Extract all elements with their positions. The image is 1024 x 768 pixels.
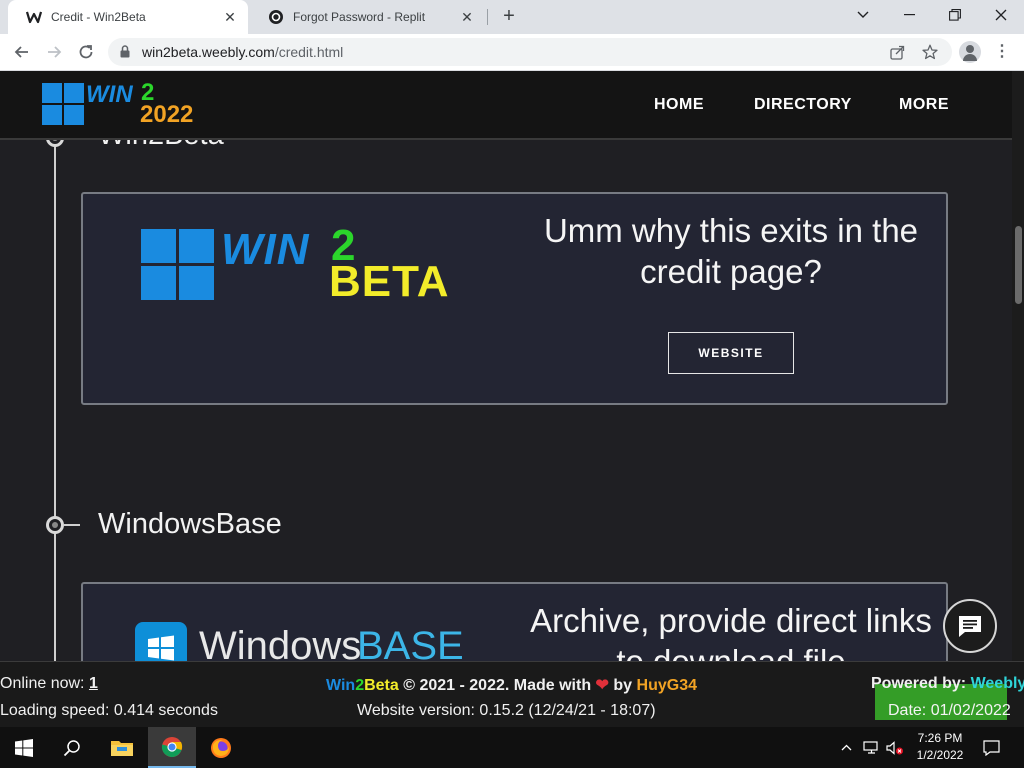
card-description: Archive, provide direct links to downloa… — [521, 600, 941, 661]
card-win2beta: WIN 2 BETA Umm why this exits in the cre… — [81, 192, 948, 405]
tab-title: Forgot Password - Replit — [293, 10, 426, 24]
online-now: Online now: 1 — [0, 675, 98, 693]
timeline-dot — [46, 516, 64, 534]
description-line: Archive, provide direct links — [530, 602, 932, 639]
section-title-windowsbase: WindowsBase — [98, 508, 282, 540]
author-link[interactable]: HuyG34 — [637, 677, 697, 694]
browser-tab-bar: Credit - Win2Beta ✕ Forgot Password - Re… — [0, 0, 1024, 34]
tab-separator — [487, 9, 488, 25]
windows-tile-icon — [135, 622, 187, 661]
clock-time: 7:26 PM — [917, 731, 963, 745]
volume-muted-icon[interactable] — [884, 727, 906, 768]
clock-date: 1/2/2022 — [916, 748, 964, 762]
description-line: to download file — [521, 641, 941, 661]
close-tab-icon[interactable]: ✕ — [459, 9, 475, 25]
win2beta-logo: WIN 2 BETA — [141, 221, 461, 306]
logo-win-text: WIN — [86, 81, 133, 108]
description-line: credit page? — [640, 253, 822, 290]
firefox-icon[interactable] — [197, 727, 245, 768]
tab-credit-win2beta[interactable]: Credit - Win2Beta ✕ — [8, 0, 248, 34]
heart-icon: ❤ — [595, 677, 609, 694]
bookmark-star-icon[interactable] — [921, 44, 939, 60]
weebly-link[interactable]: Weebly — [971, 675, 1024, 692]
logo-win-text: WIN — [221, 225, 310, 274]
chrome-icon[interactable] — [148, 727, 196, 768]
site-logo[interactable]: WIN 2 2022 — [42, 79, 222, 128]
windows-logo-icon — [42, 83, 84, 125]
logo-base-text: BASE — [357, 624, 464, 661]
online-count[interactable]: 1 — [89, 675, 98, 692]
new-tab-button[interactable]: + — [498, 6, 520, 28]
site-footer: Online now: 1 Win2Beta © 2021 - 2022. Ma… — [0, 661, 1024, 727]
file-explorer-icon[interactable] — [98, 727, 146, 768]
nav-home[interactable]: HOME — [654, 96, 704, 114]
powered-by: Powered by: Weebly — [871, 675, 1024, 693]
website-button[interactable]: WEBSITE — [668, 332, 794, 374]
brand-beta: Beta — [364, 677, 399, 694]
online-label: Online now: — [0, 675, 85, 692]
tab-forgot-password-replit[interactable]: Forgot Password - Replit ✕ — [250, 0, 485, 34]
logo-windows-text: Windows — [199, 624, 362, 661]
by-text: by — [608, 677, 637, 694]
browser-toolbar: win2beta.weebly.com/credit.html ⋮ — [0, 34, 1024, 71]
windowsbase-logo: Windows BASE — [135, 622, 475, 661]
reload-button[interactable] — [74, 40, 98, 64]
timeline-line — [54, 71, 56, 661]
logo-year-text: 2022 — [140, 101, 194, 128]
share-icon[interactable] — [888, 44, 906, 60]
windows-taskbar: 7:26 PM 1/2/2022 — [0, 727, 1024, 768]
replit-icon — [268, 9, 284, 25]
close-tab-icon[interactable]: ✕ — [222, 9, 238, 25]
notifications-icon[interactable] — [978, 727, 1004, 768]
show-hidden-icons-chevron-icon[interactable] — [836, 727, 856, 768]
nav-more[interactable]: MORE — [899, 96, 949, 114]
nav-directory[interactable]: DIRECTORY — [754, 96, 852, 114]
start-icon[interactable] — [0, 727, 48, 768]
page-scrollbar[interactable] — [1012, 71, 1024, 661]
lock-icon[interactable] — [120, 45, 130, 63]
address-bar[interactable]: win2beta.weebly.com/credit.html — [108, 38, 952, 66]
copyright-line: Win2Beta © 2021 - 2022. Made with ❤ by H… — [326, 675, 697, 695]
profile-avatar-icon[interactable] — [959, 41, 981, 63]
chat-button[interactable] — [943, 599, 997, 653]
copyright-text: © 2021 - 2022. Made with — [398, 677, 596, 694]
network-icon[interactable] — [860, 727, 882, 768]
browser-menu-icon[interactable]: ⋮ — [992, 42, 1012, 62]
site-header: WIN 2 2022 HOME DIRECTORY MORE — [0, 71, 1012, 140]
back-button[interactable] — [10, 40, 34, 64]
card-windowsbase: Windows BASE Archive, provide direct lin… — [81, 582, 948, 661]
windows-logo-icon — [141, 229, 215, 301]
logo-beta-text: BETA — [329, 257, 450, 306]
weebly-w-icon — [26, 9, 42, 25]
footer-date: Date: 01/02/2022 — [888, 702, 1011, 719]
powered-label: Powered by: — [871, 675, 971, 692]
website-version: Website version: 0.15.2 (12/24/21 - 18:0… — [357, 702, 656, 719]
system-clock[interactable]: 7:26 PM 1/2/2022 — [905, 730, 975, 764]
timeline-tick — [64, 524, 80, 526]
tab-title: Credit - Win2Beta — [51, 10, 146, 24]
close-window-button[interactable] — [978, 0, 1024, 30]
chat-icon — [959, 616, 981, 637]
scrollbar-thumb[interactable] — [1015, 226, 1022, 304]
loading-speed: Loading speed: 0.414 seconds — [0, 702, 218, 719]
page-viewport: Win2Beta WIN 2 BETA Umm why this exits i… — [0, 71, 1024, 661]
brand-two: 2 — [355, 677, 365, 694]
description-line: Umm why this exits in the — [543, 212, 919, 249]
card-description: Umm why this exits in the credit page? — [521, 210, 941, 292]
url-text: win2beta.weebly.com/credit.html — [142, 44, 344, 60]
restore-button[interactable] — [932, 0, 978, 30]
search-icon[interactable] — [48, 727, 96, 768]
tab-search-chevron-icon[interactable] — [840, 0, 886, 30]
brand-win: Win — [326, 677, 356, 694]
minimize-button[interactable] — [886, 0, 932, 30]
forward-button[interactable] — [42, 40, 66, 64]
